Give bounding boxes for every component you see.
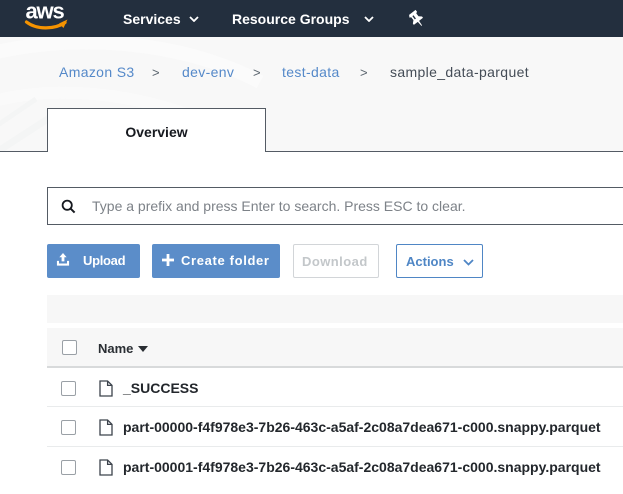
svg-text:aws: aws (26, 3, 65, 24)
